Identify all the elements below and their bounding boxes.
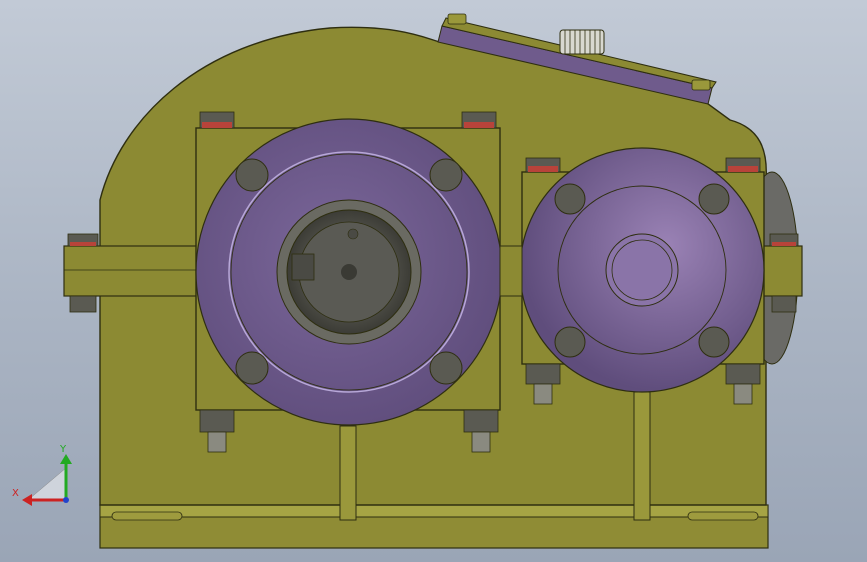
y-axis-label: Y	[59, 444, 67, 455]
coordinate-triad: Y X	[12, 444, 72, 506]
x-axis-label: X	[12, 488, 19, 499]
cover-bolt[interactable]	[554, 326, 586, 358]
cover-bolt[interactable]	[235, 158, 269, 192]
center-lug[interactable]	[499, 245, 523, 297]
breather-plug[interactable]	[559, 29, 605, 55]
cover-bolt[interactable]	[429, 351, 463, 385]
gearbox-model[interactable]	[0, 0, 867, 562]
triad-plane-icon	[27, 467, 67, 501]
left-bearing-cover[interactable]	[195, 118, 503, 426]
cover-bolt[interactable]	[554, 183, 586, 215]
cover-bolt[interactable]	[235, 351, 269, 385]
right-bearing-cover[interactable]	[519, 147, 765, 393]
cover-bolt[interactable]	[698, 183, 730, 215]
cover-bolt[interactable]	[698, 326, 730, 358]
cover-bolt[interactable]	[429, 158, 463, 192]
base-plate[interactable]	[99, 504, 769, 549]
3d-viewport[interactable]: Y X	[0, 0, 867, 562]
